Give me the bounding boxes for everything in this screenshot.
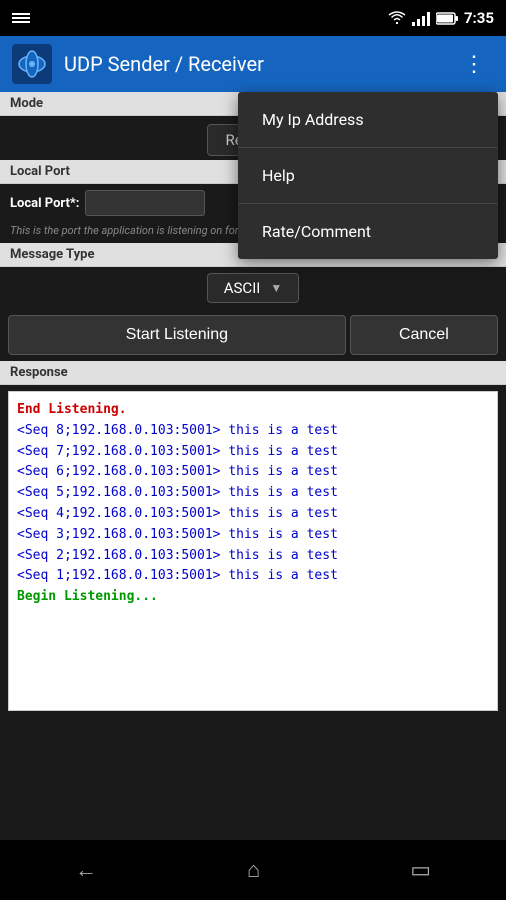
overflow-menu-button[interactable]: ⋮ <box>455 48 494 81</box>
begin-listening-text: Begin Listening... <box>17 587 489 608</box>
menu-item-help-label: Help <box>262 166 295 185</box>
list-item: <Seq 1;192.168.0.103:5001> this is a tes… <box>17 566 489 587</box>
menu-item-my-ip[interactable]: My Ip Address <box>238 92 498 148</box>
app-bar: UDP Sender / Receiver ⋮ <box>0 36 506 92</box>
list-item: <Seq 2;192.168.0.103:5001> this is a tes… <box>17 546 489 567</box>
menu-item-help[interactable]: Help <box>238 148 498 204</box>
app-icon <box>12 44 52 84</box>
list-item: <Seq 8;192.168.0.103:5001> this is a tes… <box>17 421 489 442</box>
end-listening-text: End Listening. <box>17 400 489 421</box>
list-item: <Seq 5;192.168.0.103:5001> this is a tes… <box>17 483 489 504</box>
message-type-value: ASCII <box>224 279 261 297</box>
home-button[interactable]: ⌂ <box>227 849 280 891</box>
cancel-button[interactable]: Cancel <box>350 315 498 355</box>
wifi-icon <box>388 11 406 25</box>
list-item: <Seq 6;192.168.0.103:5001> this is a tes… <box>17 462 489 483</box>
status-bar: 7:35 <box>0 0 506 36</box>
menu-item-my-ip-label: My Ip Address <box>262 110 364 129</box>
menu-item-rate[interactable]: Rate/Comment <box>238 204 498 259</box>
status-bar-right: 7:35 <box>388 9 494 27</box>
status-time: 7:35 <box>464 9 494 27</box>
seq-lines-container: <Seq 8;192.168.0.103:5001> this is a tes… <box>17 421 489 587</box>
nav-bar: ← ⌂ ▭ <box>0 840 506 900</box>
response-section-label: Response <box>0 361 506 385</box>
battery-icon <box>436 12 458 25</box>
local-port-label: Local Port*: <box>10 196 79 211</box>
start-listening-button[interactable]: Start Listening <box>8 315 346 355</box>
recents-button[interactable]: ▭ <box>390 850 451 891</box>
list-item: <Seq 4;192.168.0.103:5001> this is a tes… <box>17 504 489 525</box>
response-area: End Listening. <Seq 8;192.168.0.103:5001… <box>8 391 498 711</box>
list-item: <Seq 3;192.168.0.103:5001> this is a tes… <box>17 525 489 546</box>
dropdown-menu: My Ip Address Help Rate/Comment <box>238 92 498 259</box>
signal-icon <box>412 10 430 26</box>
local-port-input[interactable] <box>85 190 205 216</box>
hamburger-icon <box>12 13 30 23</box>
menu-item-rate-label: Rate/Comment <box>262 222 371 241</box>
action-buttons-row: Start Listening Cancel <box>0 309 506 361</box>
message-type-selector[interactable]: ASCII ▼ <box>207 273 300 303</box>
list-item: <Seq 7;192.168.0.103:5001> this is a tes… <box>17 442 489 463</box>
status-bar-left <box>12 13 30 23</box>
app-title: UDP Sender / Receiver <box>64 52 455 76</box>
chevron-down-icon: ▼ <box>270 281 282 295</box>
message-type-section: ASCII ▼ <box>0 267 506 309</box>
back-button[interactable]: ← <box>55 849 117 891</box>
